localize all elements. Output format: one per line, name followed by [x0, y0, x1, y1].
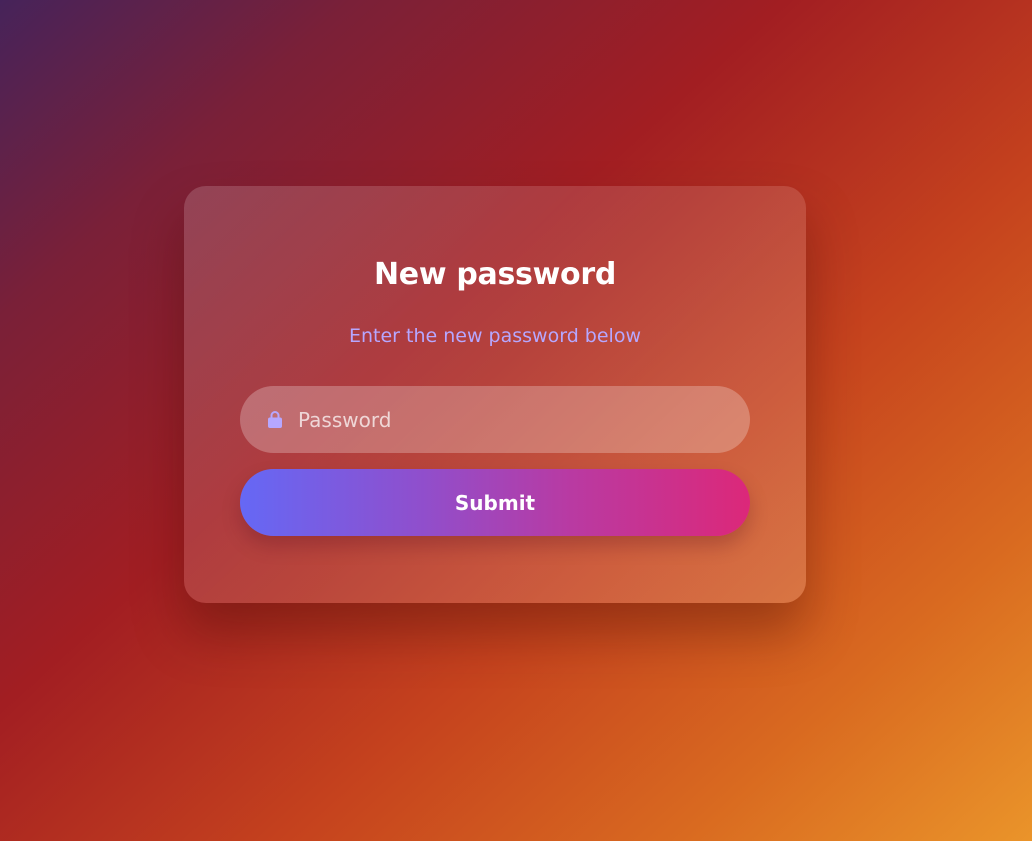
page-subtitle: Enter the new password below [348, 325, 641, 347]
new-password-card: New password Enter the new password belo… [184, 186, 806, 603]
page-title: New password [373, 257, 617, 292]
password-input[interactable] [298, 386, 728, 453]
submit-button[interactable]: Submit [240, 469, 750, 536]
password-field[interactable] [240, 386, 750, 453]
lock-icon [268, 411, 282, 428]
